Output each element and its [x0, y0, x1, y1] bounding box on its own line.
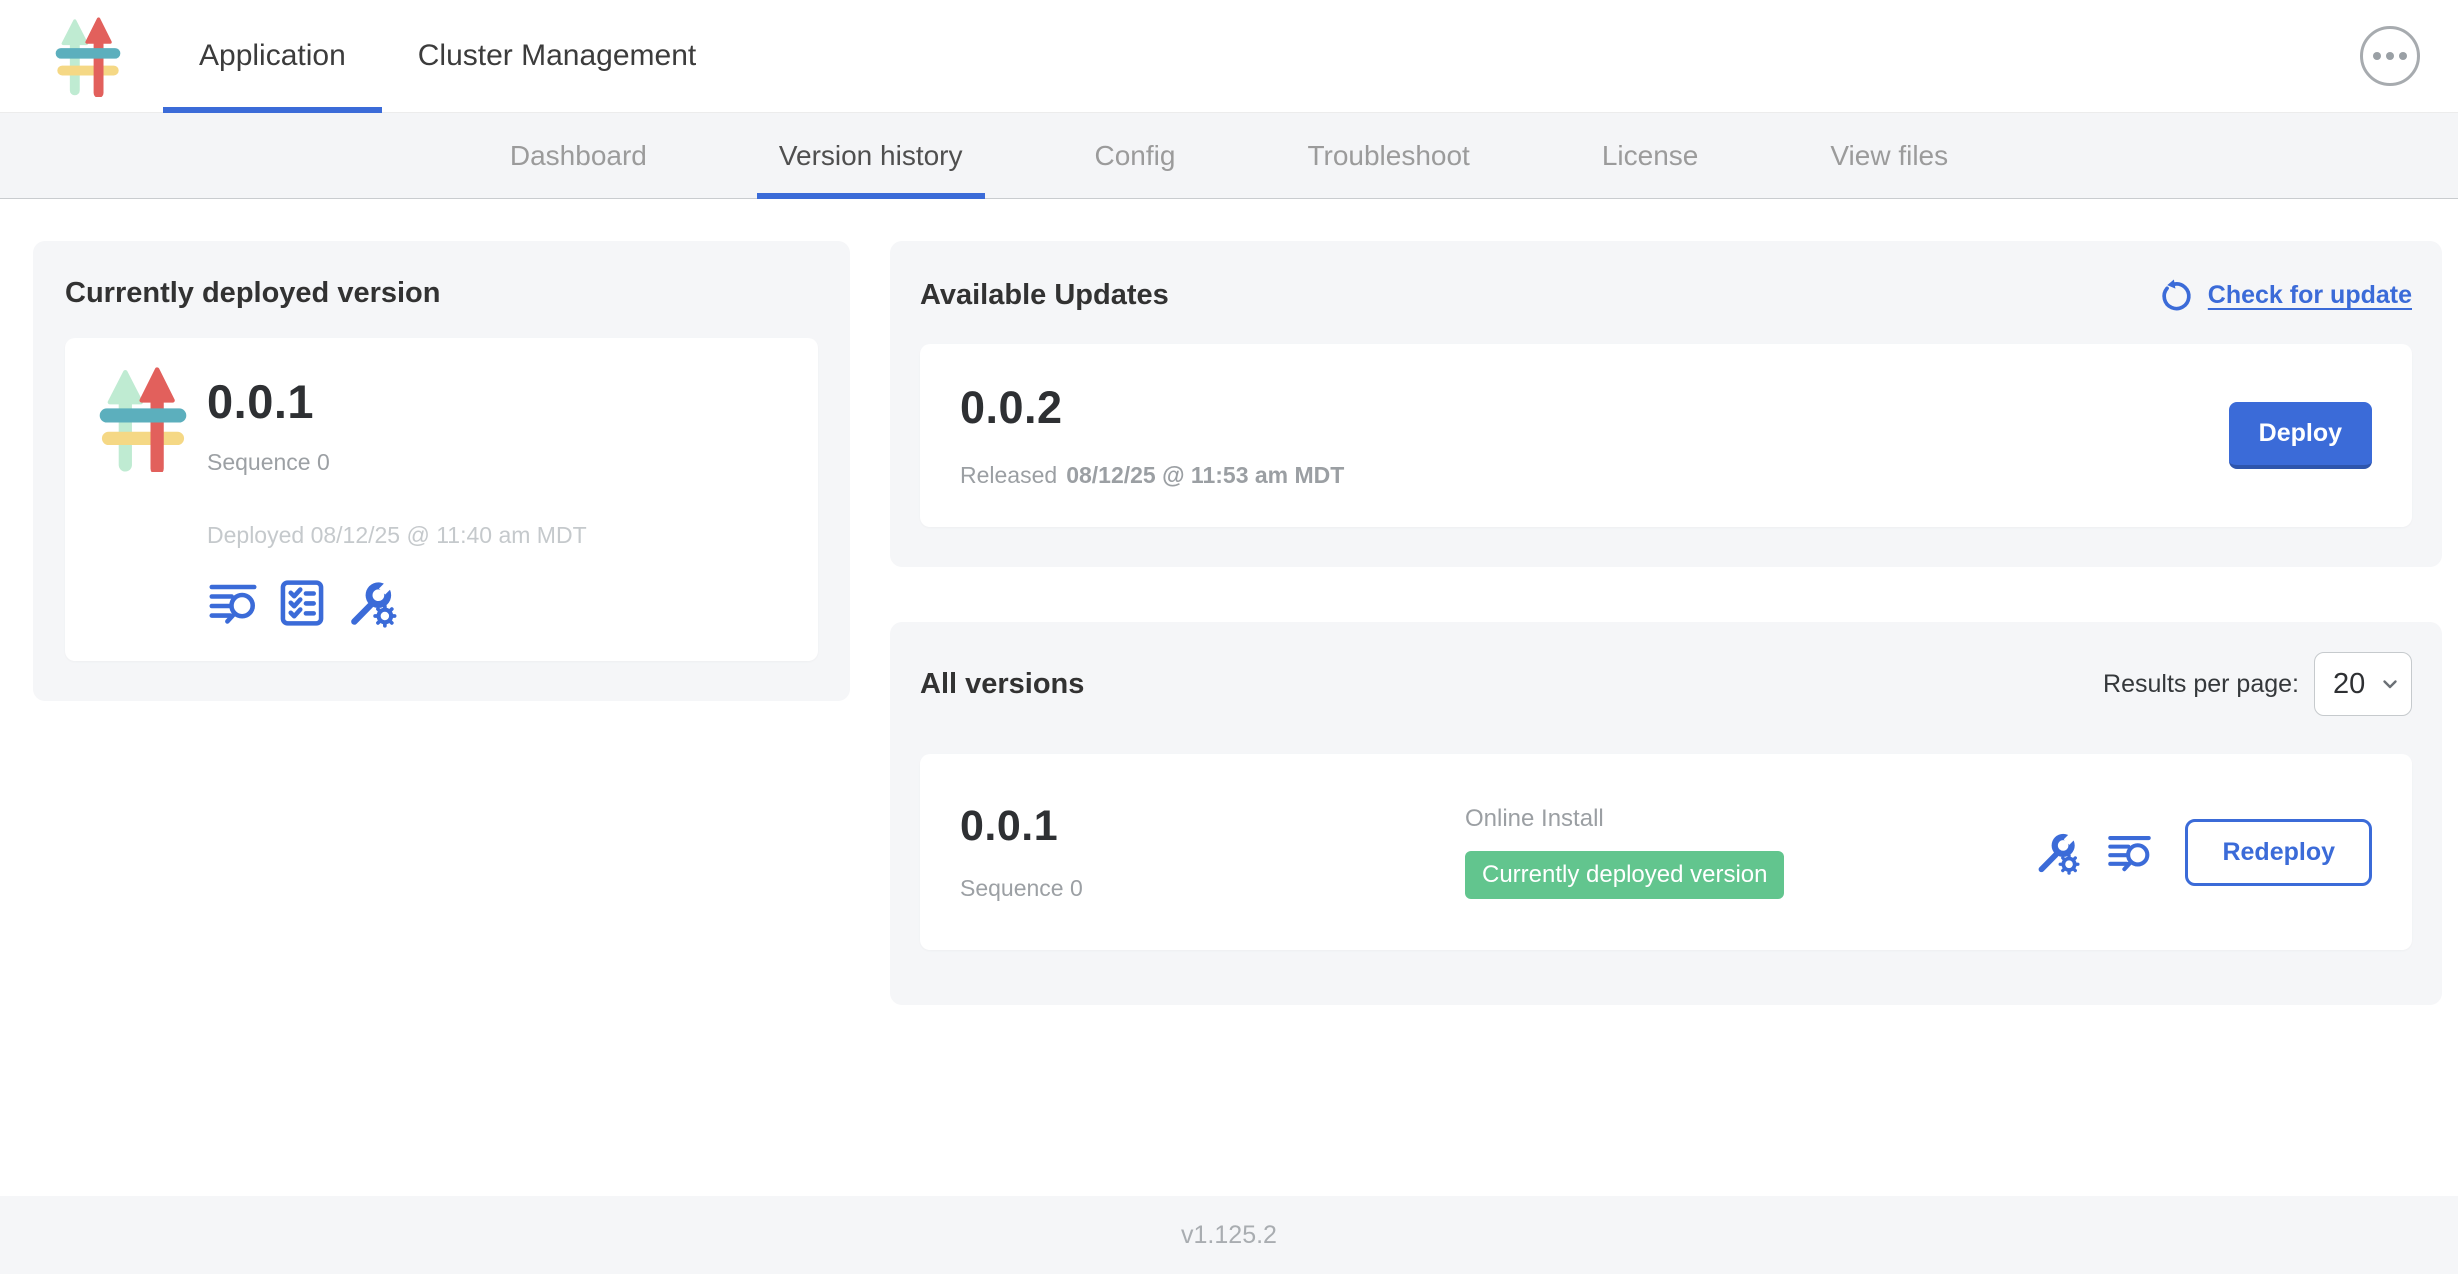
right-column: Available Updates Check for update 0.0.2…: [890, 241, 2442, 1005]
tab-troubleshoot[interactable]: Troubleshoot: [1285, 113, 1491, 198]
redeploy-button[interactable]: Redeploy: [2185, 819, 2372, 886]
console-version: v1.125.2: [1181, 1221, 1277, 1250]
tab-application[interactable]: Application: [163, 0, 382, 112]
check-for-update-label: Check for update: [2208, 281, 2412, 310]
deployed-version-tile: 0.0.1 Sequence 0 Deployed 08/12/25 @ 11:…: [65, 338, 818, 661]
tab-license[interactable]: License: [1580, 113, 1721, 198]
tab-cluster-management[interactable]: Cluster Management: [382, 0, 732, 112]
release-notes-icon: [2106, 829, 2153, 876]
overflow-menu-button[interactable]: [2360, 26, 2420, 86]
wrench-gear-icon: [2033, 829, 2080, 876]
refresh-icon: [2158, 277, 2195, 314]
results-per-page-label: Results per page:: [2103, 670, 2299, 699]
preflight-checklist-icon: [276, 577, 328, 629]
currently-deployed-title: Currently deployed version: [65, 277, 818, 310]
release-notes-icon: [207, 577, 259, 629]
tab-config[interactable]: Config: [1073, 113, 1198, 198]
ellipsis-menu-icon: [2373, 52, 2381, 60]
all-versions-title: All versions: [920, 668, 1084, 701]
release-notes-button[interactable]: [2106, 829, 2153, 876]
app-logo-icon: [55, 15, 121, 97]
update-released-line: Released 08/12/25 @ 11:53 am MDT: [960, 462, 1344, 489]
app-logo: [95, 366, 191, 629]
release-notes-button[interactable]: [207, 577, 259, 629]
released-date: 08/12/25 @ 11:53 am MDT: [1066, 462, 1344, 488]
available-updates-card: Available Updates Check for update 0.0.2…: [890, 241, 2442, 567]
row-actions: Redeploy: [2033, 819, 2372, 886]
deployed-version-number: 0.0.1: [207, 374, 587, 429]
console-footer: v1.125.2: [0, 1196, 2458, 1274]
check-for-update-link[interactable]: Check for update: [2158, 277, 2412, 314]
update-version-number: 0.0.2: [960, 382, 1344, 434]
currently-deployed-card: Currently deployed version 0.0.1 Sequenc…: [33, 241, 850, 701]
view-config-button[interactable]: [2033, 829, 2080, 876]
app-logo-icon: [95, 366, 191, 472]
currently-deployed-badge: Currently deployed version: [1465, 851, 1784, 899]
tab-view-files[interactable]: View files: [1808, 113, 1970, 198]
preflight-checks-button[interactable]: [276, 577, 328, 629]
available-updates-title: Available Updates: [920, 279, 1169, 312]
available-update-row: 0.0.2 Released 08/12/25 @ 11:53 am MDT De…: [920, 344, 2412, 527]
deploy-button[interactable]: Deploy: [2229, 402, 2372, 469]
deployed-timestamp: Deployed 08/12/25 @ 11:40 am MDT: [207, 522, 587, 549]
all-versions-card: All versions Results per page: 20 0.0.1 …: [890, 622, 2442, 1005]
released-prefix: Released: [960, 462, 1057, 488]
deployed-version-actions: [207, 577, 587, 629]
deployed-sequence: Sequence 0: [207, 449, 587, 476]
main-content: Currently deployed version 0.0.1 Sequenc…: [0, 199, 2458, 1196]
install-type-label: Online Install: [1465, 805, 2033, 833]
app-sub-nav: Dashboard Version history Config Trouble…: [0, 113, 2458, 199]
top-nav: Application Cluster Management: [0, 0, 2458, 113]
row-version-number: 0.0.1: [960, 802, 1465, 851]
wrench-gear-icon: [345, 577, 397, 629]
results-per-page: Results per page: 20: [2103, 652, 2412, 716]
app-logo: [55, 0, 121, 112]
row-sequence: Sequence 0: [960, 875, 1465, 902]
tab-dashboard[interactable]: Dashboard: [488, 113, 669, 198]
version-row: 0.0.1 Sequence 0 Online Install Currentl…: [920, 754, 2412, 950]
top-nav-tabs: Application Cluster Management: [163, 0, 732, 112]
tab-version-history[interactable]: Version history: [757, 113, 985, 198]
view-config-button[interactable]: [345, 577, 397, 629]
results-per-page-select[interactable]: 20: [2314, 652, 2412, 716]
